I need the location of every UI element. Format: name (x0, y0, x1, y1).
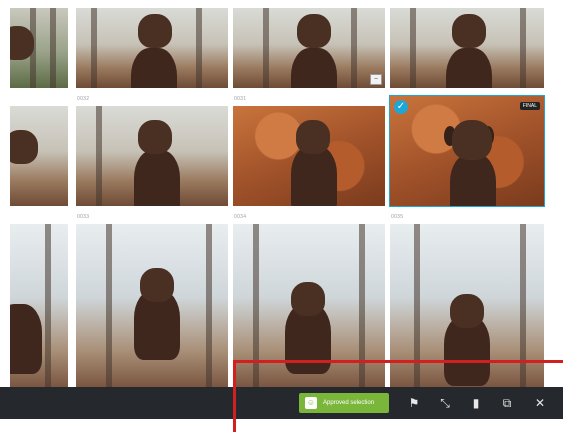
close-icon[interactable]: ✕ (532, 395, 548, 411)
photo-thumbnail[interactable] (390, 8, 544, 88)
flag-icon[interactable]: ⚑ (406, 395, 422, 411)
split-icon[interactable]: ⤡ (437, 395, 453, 411)
photo-thumbnail[interactable] (10, 106, 68, 206)
checkmark-icon[interactable]: ✓ (394, 100, 408, 114)
photo-label: 0031 (234, 96, 247, 102)
status-badge: FINAL (519, 102, 540, 110)
highlight-line-vertical (233, 360, 236, 432)
approve-selection-label: Approved selection (323, 400, 375, 406)
bottom-toolbar: ☺ Approved selection ⚑ ⤡ ▮ ⧉ ✕ (0, 387, 563, 419)
photo-label: 0035 (391, 214, 404, 220)
photo-thumbnail[interactable]: – (233, 8, 385, 88)
highlight-line-horizontal (233, 360, 563, 363)
photo-thumbnail-selected[interactable]: ✓ FINAL (389, 95, 545, 207)
photo-thumbnail[interactable] (10, 8, 68, 88)
photo-label: 0032 (77, 96, 90, 102)
photo-thumbnail[interactable] (10, 224, 68, 387)
photo-label: 0034 (234, 214, 247, 220)
compare-icon[interactable]: – (370, 74, 382, 85)
user-icon: ☺ (305, 397, 317, 409)
photo-thumbnail[interactable] (233, 106, 385, 206)
photo-label: 0033 (77, 214, 90, 220)
trash-icon[interactable]: ▮ (468, 395, 484, 411)
photo-thumbnail[interactable] (76, 224, 228, 387)
open-external-icon[interactable]: ⧉ (499, 395, 515, 411)
photo-thumbnail[interactable] (76, 8, 228, 88)
photo-thumbnail[interactable] (76, 106, 228, 206)
approve-selection-button[interactable]: ☺ Approved selection (299, 393, 389, 413)
photo-grid: – 0032 0031 ✓ FINAL 0033 0034 0035 (0, 0, 563, 387)
